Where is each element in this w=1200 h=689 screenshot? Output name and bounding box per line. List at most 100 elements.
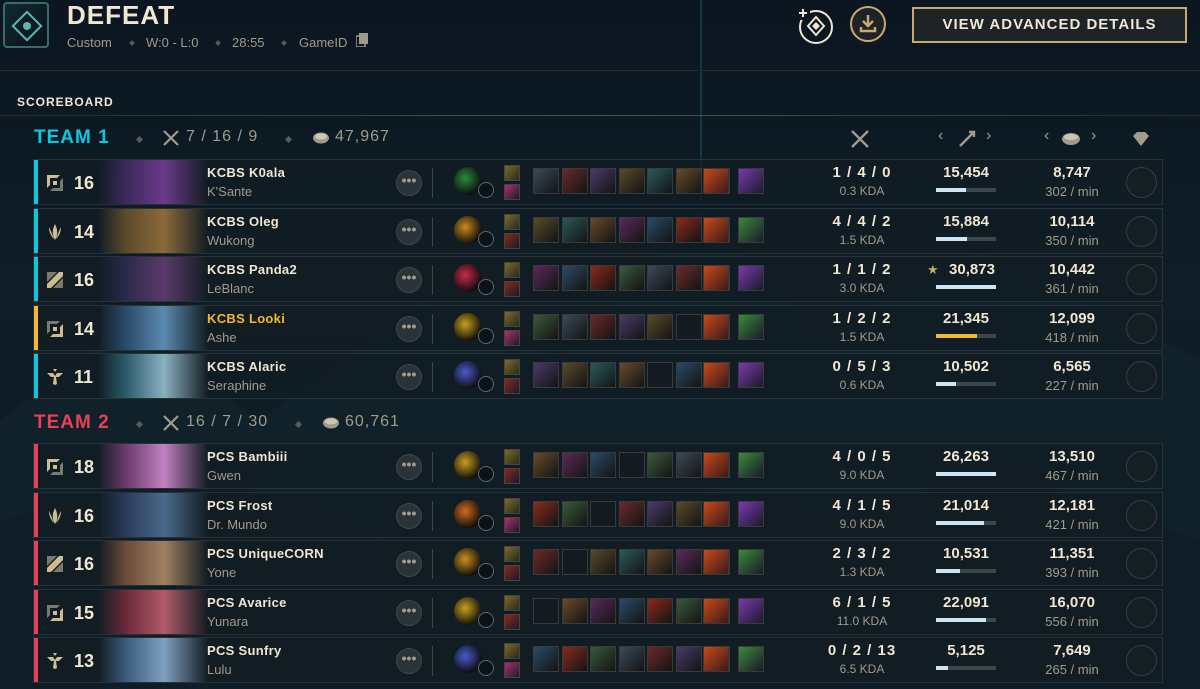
item-slot[interactable] — [647, 452, 673, 478]
role-quest-item-slot[interactable] — [738, 549, 764, 575]
item-slot[interactable] — [675, 646, 702, 672]
summoner-spell-icon[interactable] — [504, 468, 520, 484]
item-slot[interactable] — [561, 168, 588, 194]
role-quest-item-slot[interactable] — [738, 646, 764, 672]
item-slot[interactable] — [533, 265, 559, 291]
download-button[interactable] — [850, 6, 886, 42]
champion-portrait[interactable] — [98, 305, 208, 350]
summoner-name[interactable]: KCBS Oleg — [207, 214, 279, 229]
item-slot[interactable] — [590, 646, 616, 672]
summoner-name[interactable]: KCBS Alaric — [207, 359, 286, 374]
summoner-spell-icon[interactable] — [504, 516, 520, 533]
item-slot[interactable] — [561, 362, 588, 388]
player-row[interactable]: 16 KCBS Panda2 LeBlanc ••• 1 / 1 / 2 3.0 KDA ★… — [33, 256, 1163, 302]
item-slot[interactable] — [618, 313, 645, 340]
more-options-button[interactable]: ••• — [396, 599, 422, 626]
item-slot[interactable] — [647, 216, 673, 243]
champion-portrait[interactable] — [98, 541, 208, 585]
secondary-rune-icon[interactable] — [478, 279, 494, 295]
summoner-spell-icon[interactable] — [504, 662, 520, 678]
champion-portrait[interactable] — [98, 257, 208, 301]
role-quest-item-slot[interactable] — [738, 597, 764, 624]
summoner-spell-icon[interactable] — [504, 359, 520, 375]
more-options-button[interactable]: ••• — [396, 170, 422, 196]
champion-portrait[interactable] — [98, 492, 208, 537]
more-options-button[interactable]: ••• — [396, 267, 422, 293]
trinket-slot[interactable] — [703, 500, 729, 527]
next-stat-icon[interactable]: › — [1091, 127, 1096, 145]
more-options-button[interactable]: ••• — [396, 648, 422, 674]
summoner-spell-icon[interactable] — [504, 310, 520, 327]
summoner-spell-icon[interactable] — [504, 546, 520, 562]
secondary-rune-icon[interactable] — [478, 376, 494, 392]
item-slot[interactable] — [675, 597, 702, 624]
role-quest-item-slot[interactable] — [738, 168, 764, 194]
item-slot[interactable] — [647, 362, 673, 388]
item-slot[interactable] — [618, 216, 645, 243]
summoner-spell-icon[interactable] — [504, 643, 520, 659]
item-slot[interactable] — [561, 597, 588, 624]
item-slot[interactable] — [533, 646, 559, 672]
summoner-spell-icon[interactable] — [504, 184, 520, 200]
role-quest-item-slot[interactable] — [738, 265, 764, 291]
player-row[interactable]: 16 KCBS K0ala K'Sante ••• 1 / 4 / 0 0.3 KDA 15… — [33, 159, 1163, 205]
summoner-spell-icon[interactable] — [504, 613, 520, 630]
player-row[interactable]: 13 PCS Sunfry Lulu ••• 0 / 2 / 13 6.5 KDA 5,12… — [33, 637, 1163, 683]
trinket-slot[interactable] — [703, 646, 729, 672]
item-slot[interactable] — [647, 597, 673, 624]
secondary-rune-icon[interactable] — [478, 230, 494, 247]
summoner-name[interactable]: KCBS Looki — [207, 311, 285, 326]
item-slot[interactable] — [533, 597, 559, 624]
more-options-button[interactable]: ••• — [396, 454, 422, 480]
summoner-name[interactable]: PCS UniqueCORN — [207, 546, 324, 561]
item-slot[interactable] — [618, 265, 645, 291]
item-slot[interactable] — [647, 168, 673, 194]
player-row[interactable]: 14 KCBS Looki Ashe ••• 1 / 2 / 2 1.5 KDA 21,34… — [33, 304, 1163, 351]
summoner-name[interactable]: PCS Sunfry — [207, 643, 282, 658]
summoner-name[interactable]: KCBS Panda2 — [207, 262, 297, 277]
secondary-rune-icon[interactable] — [478, 611, 494, 628]
summoner-spell-icon[interactable] — [504, 449, 520, 465]
champion-portrait[interactable] — [98, 638, 208, 682]
item-slot[interactable] — [618, 362, 645, 388]
summoner-spell-icon[interactable] — [504, 213, 520, 230]
item-slot[interactable] — [590, 500, 616, 527]
secondary-rune-icon[interactable] — [478, 660, 494, 676]
champion-portrait[interactable] — [98, 208, 208, 253]
summoner-name[interactable]: PCS Avarice — [207, 595, 287, 610]
item-slot[interactable] — [533, 500, 559, 527]
role-quest-item-slot[interactable] — [738, 216, 764, 243]
item-slot[interactable] — [590, 597, 616, 624]
champion-portrait[interactable] — [98, 589, 208, 634]
item-slot[interactable] — [561, 216, 588, 243]
more-options-button[interactable]: ••• — [396, 218, 422, 245]
item-slot[interactable] — [675, 362, 702, 388]
item-slot[interactable] — [675, 452, 702, 478]
item-slot[interactable] — [675, 549, 702, 575]
summoner-spell-icon[interactable] — [504, 329, 520, 346]
item-slot[interactable] — [533, 313, 559, 340]
summoner-spell-icon[interactable] — [504, 565, 520, 581]
trinket-slot[interactable] — [703, 362, 729, 388]
item-slot[interactable] — [618, 597, 645, 624]
item-slot[interactable] — [590, 168, 616, 194]
item-slot[interactable] — [675, 313, 702, 340]
item-slot[interactable] — [675, 216, 702, 243]
item-slot[interactable] — [533, 216, 559, 243]
player-row[interactable]: 16 PCS UniqueCORN Yone ••• 2 / 3 / 2 1.3 KDA 1… — [33, 540, 1163, 586]
item-slot[interactable] — [618, 452, 645, 478]
summoner-name[interactable]: KCBS K0ala — [207, 165, 285, 180]
next-stat-icon[interactable]: › — [986, 127, 991, 145]
summoner-spell-icon[interactable] — [504, 165, 520, 181]
item-slot[interactable] — [618, 549, 645, 575]
item-slot[interactable] — [590, 362, 616, 388]
item-slot[interactable] — [533, 362, 559, 388]
item-slot[interactable] — [675, 500, 702, 527]
view-advanced-details-button[interactable]: VIEW ADVANCED DETAILS — [912, 7, 1187, 43]
player-row[interactable]: 18 PCS Bambiii Gwen ••• 4 / 0 / 5 9.0 KDA 26,2… — [33, 443, 1163, 489]
champion-portrait[interactable] — [98, 160, 208, 204]
summoner-spell-icon[interactable] — [504, 594, 520, 611]
trinket-slot[interactable] — [703, 549, 729, 575]
item-slot[interactable] — [561, 549, 588, 575]
item-slot[interactable] — [647, 265, 673, 291]
